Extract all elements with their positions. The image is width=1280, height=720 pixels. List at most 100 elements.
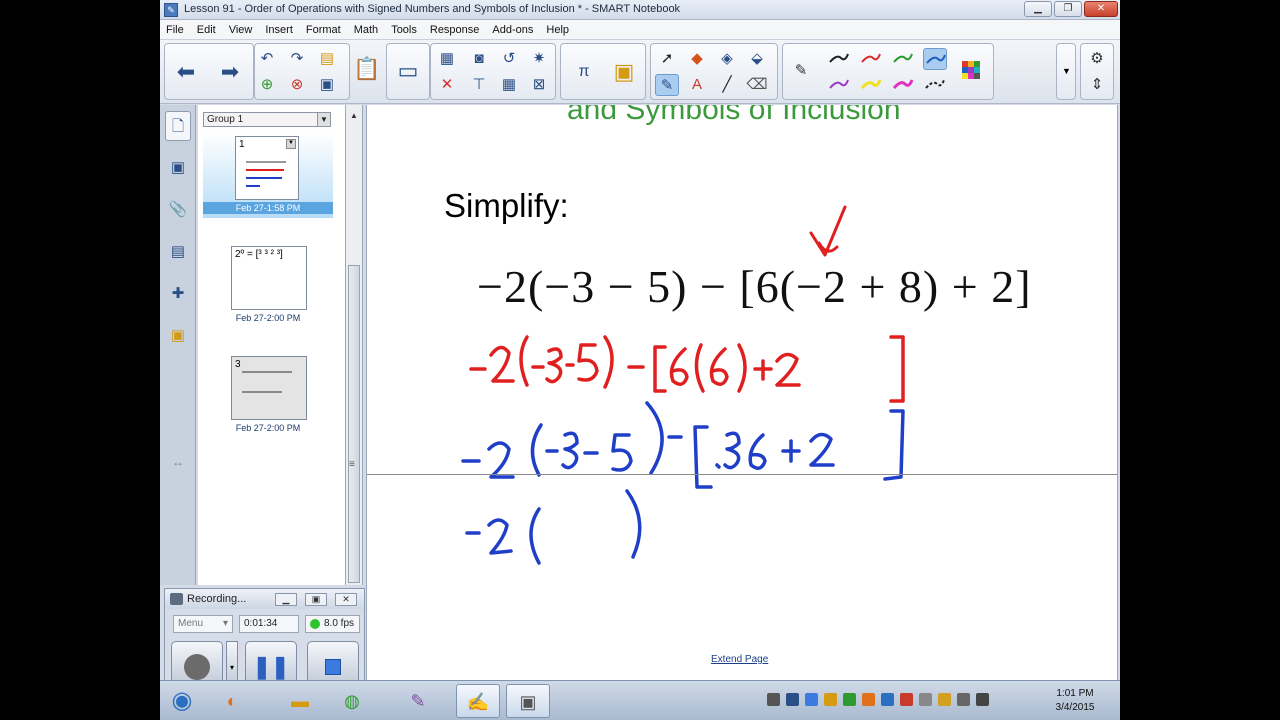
pen-style-yellow[interactable] — [859, 74, 883, 96]
clock[interactable]: 1:01 PM 3/4/2015 — [1040, 687, 1110, 715]
recorder-icon[interactable]: ▣ — [506, 684, 550, 718]
fill-icon[interactable]: ⬙ — [745, 48, 769, 70]
chevron-down-icon[interactable]: ▼ — [286, 139, 296, 149]
capture-icon[interactable]: ◙ — [467, 48, 491, 70]
volume-icon[interactable] — [976, 693, 989, 706]
pen-settings-icon[interactable]: ✎ — [789, 60, 813, 82]
attachments-icon[interactable]: 📎 — [165, 195, 191, 225]
notebook-tray-icon[interactable] — [938, 693, 951, 706]
menu-file[interactable]: File — [166, 24, 184, 36]
magic-pen-icon[interactable]: ◈ — [715, 48, 739, 70]
text-icon[interactable]: A — [685, 74, 709, 96]
start-icon[interactable]: ◉ — [162, 684, 202, 718]
settings-icon[interactable]: ⚙ — [1085, 48, 1109, 70]
delete-icon[interactable]: ✕ — [435, 74, 459, 96]
color-palette-icon[interactable] — [959, 60, 983, 82]
screen-capture-icon[interactable]: ⊤ — [467, 74, 491, 96]
firefox-icon[interactable]: ◐ — [210, 684, 254, 718]
pi-icon[interactable]: π — [569, 57, 599, 87]
sorter-scrollbar[interactable]: ▲ ≡ — [346, 105, 363, 585]
menu-add-ons[interactable]: Add-ons — [492, 24, 533, 36]
forward-arrow-icon[interactable]: ➡ — [215, 57, 245, 87]
minimize-icon[interactable]: ▁ — [1024, 1, 1052, 17]
ftp-icon[interactable] — [862, 693, 875, 706]
whiteboard-canvas[interactable]: and Symbols of Inclusion Simplify: −2(−3… — [366, 105, 1118, 680]
select-icon[interactable]: ➚ — [655, 48, 679, 70]
flag-icon[interactable] — [919, 693, 932, 706]
alert-icon[interactable] — [900, 693, 913, 706]
add-ons-icon[interactable]: ✚ — [165, 279, 191, 309]
security-icon[interactable] — [843, 693, 856, 706]
extend-page-link[interactable]: Extend Page — [711, 654, 768, 665]
group-label: Group 1 — [207, 114, 244, 125]
bluetooth-icon[interactable] — [881, 693, 894, 706]
delete-page-icon[interactable]: ⊗ — [285, 74, 309, 96]
recorder-menu[interactable]: Menu ▾ — [173, 615, 233, 633]
pen-style-black[interactable] — [827, 48, 851, 70]
smart-notebook-icon[interactable]: ✍ — [456, 684, 500, 718]
explorer-icon[interactable]: ▬ — [278, 684, 322, 718]
page-sorter-icon[interactable]: 🗋 — [165, 111, 191, 141]
menu-response[interactable]: Response — [430, 24, 480, 36]
paste-icon[interactable]: 📋 — [352, 54, 382, 84]
properties-icon[interactable]: ▤ — [165, 237, 191, 267]
display-icon[interactable] — [957, 693, 970, 706]
gallery-icon[interactable]: ▣ — [165, 153, 191, 183]
document-camera-icon[interactable]: ▦ — [435, 48, 459, 70]
move-toolbar-icon[interactable]: ⇕ — [1085, 74, 1109, 96]
math-group: π ▣ — [560, 43, 646, 100]
scroll-up-icon[interactable]: ▲ — [350, 111, 358, 120]
eraser-icon[interactable]: ⌫ — [745, 74, 769, 96]
page-date: Feb 27-2:00 PM — [235, 313, 301, 323]
page-thumbnail-1[interactable]: 1 ▼ Feb 27-1:58 PM — [203, 133, 333, 218]
menu-format[interactable]: Format — [306, 24, 341, 36]
update-icon[interactable] — [824, 693, 837, 706]
close-icon[interactable]: ✕ — [335, 593, 357, 606]
lesson-activity-icon[interactable]: ▣ — [165, 321, 191, 351]
menu-tools[interactable]: Tools — [391, 24, 417, 36]
network-icon[interactable] — [805, 693, 818, 706]
minimize-icon[interactable]: ▁ — [275, 593, 297, 606]
save-icon[interactable]: ▣ — [315, 74, 339, 96]
screen-shade-icon[interactable]: ▭ — [393, 56, 423, 86]
recorder-title: Recording... — [187, 593, 247, 605]
pen-style-purple[interactable] — [827, 74, 851, 96]
page-thumbnail-3[interactable]: 3 Feb 27-2:00 PM — [203, 353, 333, 438]
menu-edit[interactable]: Edit — [197, 24, 216, 36]
math-tools-icon[interactable]: ↺ — [497, 48, 521, 70]
menu-view[interactable]: View — [229, 24, 253, 36]
menu-help[interactable]: Help — [546, 24, 569, 36]
group-select[interactable]: Group 1 ▼ — [203, 112, 331, 127]
audio-icon[interactable] — [786, 693, 799, 706]
scroll-thumb[interactable] — [348, 265, 360, 583]
tray-arrow-icon[interactable] — [767, 693, 780, 706]
line-icon[interactable]: ╱ — [715, 74, 739, 96]
pen-style-blue[interactable] — [923, 48, 947, 70]
add-page-icon[interactable]: ⊕ — [255, 74, 279, 96]
resize-icon[interactable]: ↔ — [165, 447, 191, 477]
pens-icon[interactable]: ✎ — [655, 74, 679, 96]
toolbar-expand[interactable]: ▼ — [1056, 43, 1076, 100]
pen-style-green[interactable] — [891, 48, 915, 70]
restore-icon[interactable]: ❐ — [1054, 1, 1082, 17]
add-ons-icon[interactable]: ✷ — [527, 48, 551, 70]
paint-icon[interactable]: ✎ — [396, 684, 440, 718]
chrome-icon[interactable]: ◍ — [330, 684, 374, 718]
restore-icon[interactable]: ▣ — [305, 593, 327, 606]
redo-icon[interactable]: ↷ — [285, 48, 309, 70]
pen-style-red[interactable] — [859, 48, 883, 70]
shapes-icon[interactable]: ◆ — [685, 48, 709, 70]
pen-style-dashed[interactable] — [923, 74, 947, 96]
menu-insert[interactable]: Insert — [265, 24, 293, 36]
menu-math[interactable]: Math — [354, 24, 378, 36]
chevron-down-icon: ▼ — [317, 113, 330, 126]
close-icon[interactable]: ✕ — [1084, 1, 1118, 17]
table-icon[interactable]: ▦ — [497, 74, 521, 96]
page-thumbnail-2[interactable]: 2º = [³ ³ ² ³] Feb 27-2:00 PM — [203, 243, 333, 328]
pen-style-magenta[interactable] — [891, 74, 915, 96]
undo-icon[interactable]: ↶ — [255, 48, 279, 70]
open-folder-icon[interactable]: ▤ — [315, 48, 339, 70]
back-arrow-icon[interactable]: ⬅ — [171, 57, 201, 87]
lesson-activity-icon[interactable]: ▣ — [609, 57, 639, 87]
close-box-icon[interactable]: ⊠ — [527, 74, 551, 96]
